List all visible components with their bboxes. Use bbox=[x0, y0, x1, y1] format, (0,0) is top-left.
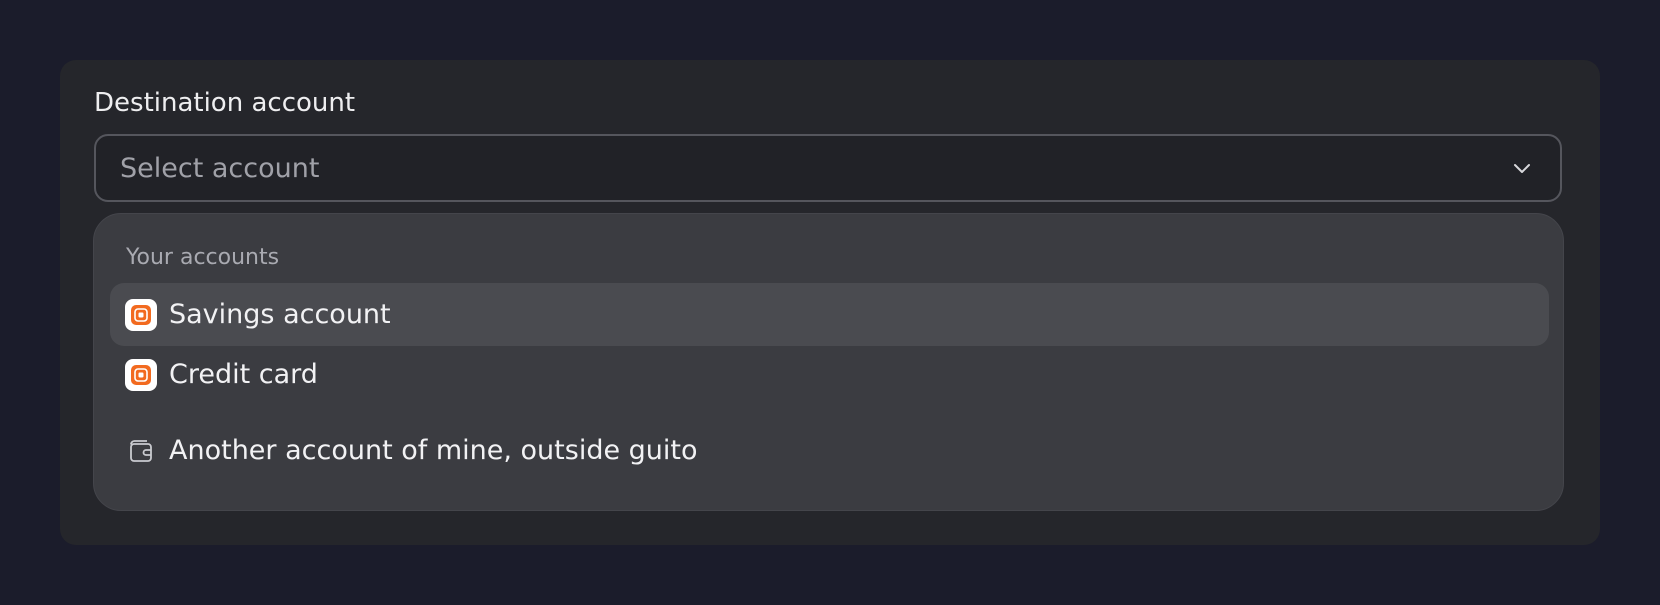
chevron-down-icon bbox=[1514, 164, 1530, 173]
bank-logo-icon bbox=[125, 358, 157, 391]
option-label: Savings account bbox=[169, 298, 391, 330]
select-placeholder: Select account bbox=[120, 152, 320, 184]
destination-account-label: Destination account bbox=[94, 88, 356, 118]
option-label: Credit card bbox=[169, 358, 318, 390]
option-label: Another account of mine, outside guito bbox=[169, 434, 698, 466]
wallet-icon bbox=[125, 435, 157, 467]
bank-logo-icon bbox=[125, 298, 157, 331]
group-label-your-accounts: Your accounts bbox=[126, 245, 280, 270]
option-savings-account[interactable]: Savings account bbox=[110, 283, 1549, 346]
account-dropdown-menu: Your accounts Savings account Credit car… bbox=[93, 213, 1564, 511]
destination-account-card: Destination account Select account Your … bbox=[60, 60, 1600, 545]
account-select[interactable]: Select account bbox=[94, 134, 1562, 202]
option-external-account[interactable]: Another account of mine, outside guito bbox=[110, 419, 1549, 482]
option-credit-card[interactable]: Credit card bbox=[110, 343, 1549, 406]
